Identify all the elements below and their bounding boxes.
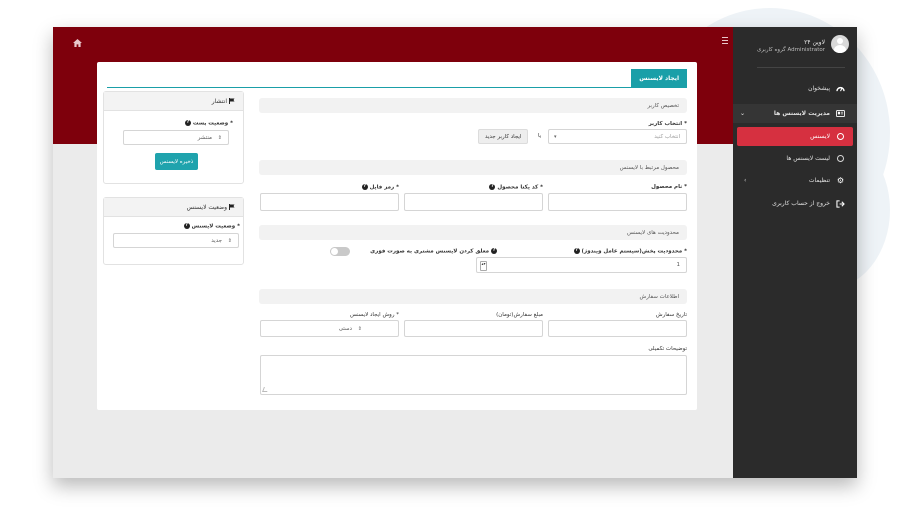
- section-user: تخصیص کاربر: [259, 98, 687, 113]
- license-form-card: ایجاد لایسنس تخصیص کاربر انتخاب کاربر * …: [97, 62, 697, 410]
- help-icon: ?: [361, 184, 368, 190]
- app-window: لاوین ۲۴ گروه کاربری Administrator پیشخو…: [53, 27, 857, 478]
- sign-out-icon: [836, 199, 845, 208]
- order-amount-label: مبلغ سفارش(تومان): [496, 312, 543, 318]
- post-status-label: ? وضعیت پست *: [184, 120, 233, 127]
- sort-caret-icon: ⇕: [357, 325, 362, 332]
- chevron-down-icon: ⌄: [740, 110, 746, 117]
- user-group: گروه کاربری Administrator: [756, 47, 825, 53]
- select-user-dropdown[interactable]: ▾ انتخاب کنید: [548, 129, 687, 144]
- sidebar-item-license-list[interactable]: لیست لایسنس ها: [737, 149, 853, 168]
- sidebar: لاوین ۲۴ گروه کاربری Administrator پیشخو…: [733, 27, 857, 478]
- publish-panel-title: انتشار: [211, 97, 227, 105]
- help-icon: ?: [573, 248, 580, 254]
- number-stepper-icon[interactable]: ▴▾: [480, 261, 487, 271]
- suspend-license-label: معلق کردن لایسنس مشتری به صورت فوری ?: [370, 248, 497, 255]
- product-code-input[interactable]: [404, 193, 543, 211]
- suspend-license-toggle[interactable]: [330, 247, 350, 256]
- circle-icon: [836, 132, 845, 141]
- distribution-limit-label: ? محدودیت پخش(سیستم عامل ویندوز) *: [573, 248, 687, 255]
- order-date-label: تاریخ سفارش: [655, 312, 687, 318]
- publish-panel: انتشار ? وضعیت پست * ⇕ منتشر ذخیره لایسنس: [103, 91, 244, 184]
- distribution-limit-input[interactable]: ▴▾ 1: [476, 257, 687, 273]
- product-code-label: ? کد یکتا محصول *: [489, 184, 543, 191]
- tab-underline: [107, 87, 687, 88]
- user-name: لاوین ۲۴: [804, 39, 825, 46]
- sidebar-item-label: تنظیمات: [808, 177, 830, 184]
- create-method-select[interactable]: ⇕ دستی: [260, 320, 399, 337]
- section-product: محصول مرتبط با لایسنس: [259, 160, 687, 175]
- sort-caret-icon: ⇕: [227, 237, 232, 244]
- section-limits: محدودیت های لایسنس: [259, 225, 687, 240]
- select-user-label: انتخاب کاربر *: [648, 121, 687, 127]
- flag-icon: [229, 204, 235, 210]
- license-status-panel-header: وضعیت لایسنس: [104, 198, 243, 217]
- license-status-label: ? وضعیت لایسنس *: [183, 223, 240, 230]
- order-date-input[interactable]: [548, 320, 687, 337]
- select-user-placeholder: انتخاب کنید: [654, 133, 680, 140]
- sort-caret-icon: ⇕: [217, 134, 222, 141]
- sidebar-divider: [757, 67, 845, 68]
- create-method-label: روش ایجاد لایسنس *: [349, 312, 399, 318]
- help-icon: ?: [184, 120, 191, 126]
- distribution-limit-value: 1: [676, 262, 681, 268]
- order-amount-input[interactable]: [404, 320, 543, 337]
- caret-down-icon: ▾: [554, 133, 557, 140]
- id-card-icon: [836, 109, 845, 118]
- sidebar-item-label: پیشخوان: [808, 85, 830, 92]
- notes-textarea[interactable]: [260, 355, 687, 395]
- sidebar-item-label: مدیریت لایسنس ها: [773, 110, 830, 117]
- sidebar-item-label: لیست لایسنس ها: [786, 155, 830, 162]
- product-name-label: نام محصول *: [651, 184, 687, 190]
- sidebar-item-dashboard[interactable]: پیشخوان: [737, 79, 853, 98]
- flag-icon: [229, 98, 235, 104]
- file-code-input[interactable]: [260, 193, 399, 211]
- section-order: اطلاعات سفارش: [259, 289, 687, 304]
- notes-label: توضیحات تکمیلی: [648, 346, 687, 352]
- tab-create-license[interactable]: ایجاد لایسنس: [631, 69, 687, 88]
- circle-icon: [836, 154, 845, 163]
- help-icon: ?: [183, 223, 190, 229]
- publish-panel-header: انتشار: [104, 92, 243, 111]
- license-status-panel: وضعیت لایسنس ? وضعیت لایسنس * ⇕ جدید: [103, 197, 244, 265]
- post-status-value: منتشر: [197, 134, 212, 141]
- sidebar-item-license-management[interactable]: ⌄ مدیریت لایسنس ها: [733, 104, 857, 123]
- menu-toggle-icon[interactable]: [722, 37, 728, 44]
- sidebar-item-logout[interactable]: خروج از حساب کاربری: [737, 194, 853, 213]
- post-status-select[interactable]: ⇕ منتشر: [123, 130, 229, 145]
- license-status-value: جدید: [211, 237, 222, 244]
- help-icon: ?: [489, 184, 496, 190]
- sidebar-item-label: خروج از حساب کاربری: [772, 200, 830, 207]
- save-license-button[interactable]: ذخیره لایسنس: [155, 153, 198, 170]
- add-user-button[interactable]: ایجاد کاربر جدید: [478, 129, 529, 144]
- file-code-label: ? رمز فایل *: [361, 184, 399, 191]
- sidebar-item-label: لایسنس: [810, 133, 830, 140]
- dashboard-icon: [836, 84, 845, 93]
- license-status-select[interactable]: ⇕ جدید: [113, 233, 239, 248]
- product-name-input[interactable]: [548, 193, 687, 211]
- gear-icon: ⚙: [836, 176, 845, 185]
- home-icon[interactable]: [73, 39, 82, 47]
- create-method-value: دستی: [338, 325, 352, 332]
- or-label: یا: [538, 133, 542, 139]
- sidebar-item-license[interactable]: لایسنس: [737, 127, 853, 146]
- help-icon: ?: [491, 248, 497, 254]
- license-status-panel-title: وضعیت لایسنس: [186, 203, 227, 211]
- avatar[interactable]: [831, 35, 849, 53]
- sidebar-item-settings[interactable]: ‹ تنظیمات ⚙: [737, 171, 853, 190]
- chevron-left-icon: ‹: [744, 177, 747, 184]
